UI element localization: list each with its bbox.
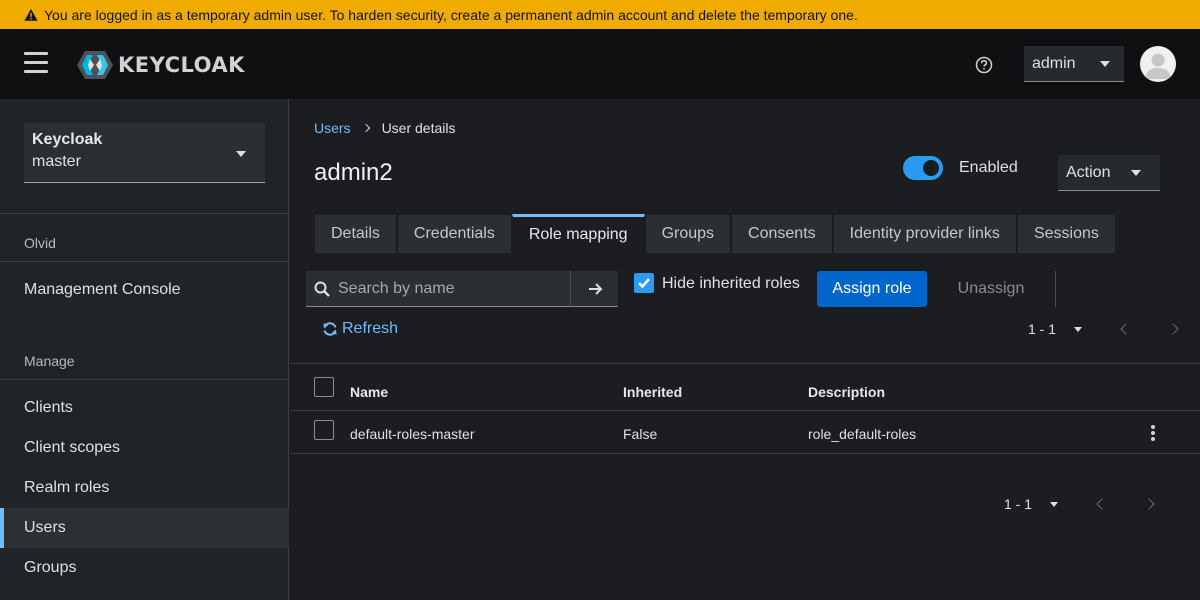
refresh-button[interactable]: Refresh [322, 320, 398, 338]
sidebar-divider [0, 213, 289, 214]
search-box [306, 271, 570, 307]
role-name: default-roles-master [350, 426, 475, 442]
enabled-toggle[interactable] [903, 156, 943, 180]
realm-id: master [32, 153, 81, 170]
hamburger-menu-icon[interactable] [24, 52, 48, 74]
pagination-range: 1 - 1 [1004, 496, 1033, 512]
logo-text: KEYCLOAK [118, 53, 245, 77]
column-header-inherited: Inherited [623, 384, 683, 400]
action-dropdown-label: Action [1066, 163, 1111, 181]
sidebar-item-management-console[interactable]: Management Console [0, 270, 289, 310]
sidebar-item-realm-roles[interactable]: Realm roles [0, 468, 289, 508]
temporary-admin-warning-banner: You are logged in as a temporary admin u… [0, 0, 1200, 29]
column-header-description: Description [808, 384, 886, 400]
next-page-icon[interactable] [1143, 498, 1155, 510]
pagination-range-toggle[interactable]: 1 - 1 [1004, 496, 1059, 512]
search-input[interactable] [338, 279, 558, 298]
realm-name: Keycloak [32, 131, 103, 148]
column-header-name[interactable]: Name [350, 384, 388, 400]
tab-consents[interactable]: Consents [731, 214, 833, 253]
search-icon [314, 281, 330, 297]
sidebar-divider [0, 379, 289, 380]
help-icon[interactable] [975, 56, 993, 74]
hide-inherited-checkbox[interactable] [634, 273, 654, 293]
sidebar-item-groups[interactable]: Groups [0, 548, 289, 588]
refresh-label: Refresh [342, 320, 399, 337]
row-select-checkbox[interactable] [314, 420, 334, 440]
tab-groups[interactable]: Groups [644, 214, 732, 253]
caret-down-icon [236, 151, 246, 157]
table-row-line [290, 453, 1200, 454]
breadcrumb-current: User details [381, 120, 456, 136]
banner-text: You are logged in as a temporary admin u… [44, 6, 858, 23]
tab-sessions[interactable]: Sessions [1016, 214, 1116, 253]
next-page-icon[interactable] [1167, 323, 1179, 335]
toolbar-divider-line [290, 363, 1200, 364]
pagination-top: 1 - 1 [1028, 321, 1179, 337]
caret-down-icon [1050, 501, 1059, 507]
role-inherited: False [623, 426, 658, 442]
assign-role-button[interactable]: Assign role [817, 271, 927, 307]
enabled-label: Enabled [959, 159, 1018, 176]
sidebar-item-client-scopes[interactable]: Client scopes [0, 428, 289, 468]
breadcrumb: Users User details [314, 120, 455, 136]
tab-identity-provider-links[interactable]: Identity provider links [832, 214, 1017, 253]
warning-icon [24, 8, 38, 21]
hide-inherited-label: Hide inherited roles [662, 275, 800, 292]
avatar[interactable] [1140, 46, 1176, 82]
sidebar: Keycloak master Olvid Management Console… [0, 99, 289, 600]
keycloak-logo-icon [77, 51, 113, 79]
sidebar-divider [0, 261, 289, 262]
refresh-icon [323, 322, 337, 336]
user-tabs: Details Credentials Role mapping Groups … [314, 214, 1116, 253]
main-content: Users User details admin2 Enabled Action… [290, 99, 1200, 600]
chevron-right-icon [361, 123, 370, 133]
sidebar-group-olvid: Olvid [24, 235, 56, 251]
search-submit-button[interactable] [570, 271, 618, 307]
sidebar-item-users[interactable]: Users [0, 508, 289, 548]
sidebar-group-manage: Manage [24, 353, 75, 369]
caret-down-icon [1074, 326, 1083, 332]
user-dropdown[interactable]: admin [1024, 46, 1124, 82]
masthead: KEYCLOAK admin [0, 29, 1200, 99]
pagination-range-toggle[interactable]: 1 - 1 [1028, 321, 1083, 337]
select-all-checkbox[interactable] [314, 377, 334, 397]
role-description: role_default-roles [808, 426, 917, 442]
keycloak-logo[interactable]: KEYCLOAK [76, 49, 245, 81]
caret-down-icon [1100, 61, 1110, 67]
tab-credentials[interactable]: Credentials [396, 214, 512, 253]
page-title: admin2 [314, 159, 393, 186]
previous-page-icon[interactable] [1096, 498, 1108, 510]
previous-page-icon[interactable] [1120, 323, 1132, 335]
arrow-right-icon [588, 282, 602, 295]
user-avatar-icon [1145, 53, 1171, 79]
sidebar-item-clients[interactable]: Clients [0, 388, 289, 428]
caret-down-icon [1131, 170, 1141, 176]
action-dropdown[interactable]: Action [1058, 155, 1160, 191]
tab-details[interactable]: Details [314, 214, 397, 253]
realm-selector[interactable]: Keycloak master [24, 123, 265, 183]
table-header-line [290, 410, 1200, 411]
user-dropdown-label: admin [1032, 54, 1076, 72]
pagination-bottom: 1 - 1 [1004, 496, 1155, 512]
toolbar-divider [1055, 271, 1056, 307]
unassign-button[interactable]: Unassign [942, 271, 1040, 307]
toggle-knob [923, 160, 939, 176]
pagination-range: 1 - 1 [1028, 321, 1057, 337]
tab-role-mapping[interactable]: Role mapping [511, 214, 645, 253]
breadcrumb-users-link[interactable]: Users [314, 120, 351, 136]
row-actions-kebab-icon[interactable] [1149, 425, 1157, 443]
checkmark-icon [638, 278, 650, 289]
